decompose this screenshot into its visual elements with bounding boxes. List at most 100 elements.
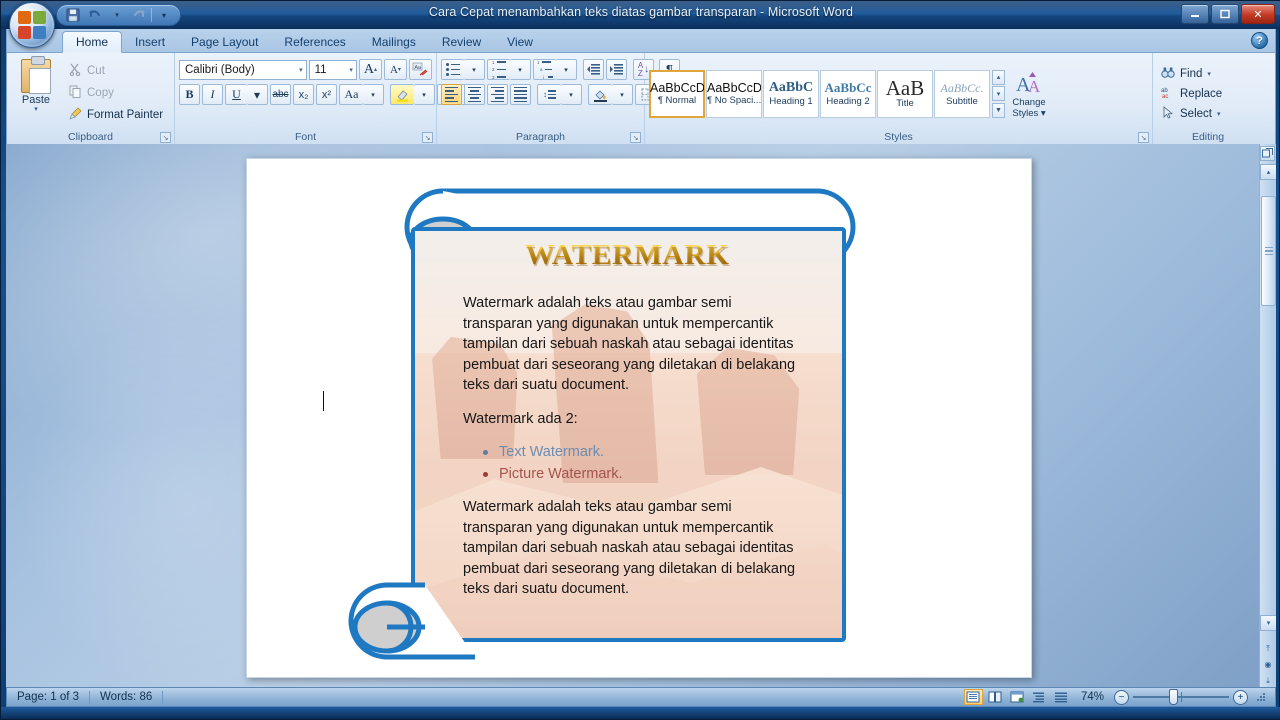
decrease-indent-button[interactable]: [583, 59, 604, 80]
font-name-combo[interactable]: Calibri (Body) ▾: [179, 59, 307, 80]
view-web-layout-button[interactable]: [1008, 689, 1027, 705]
font-size-combo[interactable]: 11 ▾: [308, 59, 357, 80]
tab-home[interactable]: Home: [62, 31, 123, 53]
zoom-slider[interactable]: − +: [1114, 689, 1248, 705]
align-right-button[interactable]: [487, 84, 508, 105]
text-highlight-button[interactable]: [390, 84, 414, 105]
replace-button[interactable]: ab ac Replace: [1157, 84, 1259, 104]
style-subtitle[interactable]: AaBbCc. Subtitle: [934, 69, 990, 118]
select-button[interactable]: Select ▾: [1157, 104, 1259, 124]
clear-formatting-button[interactable]: Aa: [408, 59, 433, 80]
tab-insert[interactable]: Insert: [122, 31, 178, 53]
underline-dropdown-icon[interactable]: ▾: [247, 84, 268, 105]
restore-button[interactable]: [1211, 4, 1239, 24]
document-page[interactable]: WATERMARK WATERMARK Watermark adalah tek…: [246, 158, 1032, 678]
browse-object-button[interactable]: ◉: [1261, 658, 1275, 671]
grow-font-button[interactable]: A ▴: [358, 59, 382, 80]
strikethrough-button[interactable]: abc: [270, 84, 291, 105]
paste-button[interactable]: Paste ▾: [11, 56, 61, 129]
select-dropdown-icon[interactable]: ▾: [1217, 110, 1221, 118]
style-no-spacing[interactable]: AaBbCcDc ¶ No Spaci...: [706, 69, 762, 118]
view-outline-button[interactable]: [1030, 689, 1049, 705]
subscript-button[interactable]: x₂: [293, 84, 314, 105]
redo-icon[interactable]: [129, 6, 149, 24]
scroll-up-button[interactable]: ▴: [1260, 164, 1276, 180]
select-browse-object-button[interactable]: [1260, 146, 1275, 161]
zoom-out-button[interactable]: −: [1114, 689, 1129, 705]
word-count[interactable]: Words: 86: [90, 688, 162, 706]
vertical-scrollbar[interactable]: ▴ ▾ ⤒ ◉ ⤓: [1259, 144, 1276, 689]
scroll-down-button[interactable]: ▾: [1260, 615, 1276, 631]
zoom-slider-handle[interactable]: [1169, 689, 1179, 705]
styles-dialog-launcher[interactable]: ↘: [1138, 132, 1149, 143]
zoom-level[interactable]: 74%: [1074, 691, 1111, 703]
bold-button[interactable]: B: [179, 84, 200, 105]
increase-indent-button[interactable]: [606, 59, 627, 80]
scroll-shape-graphic[interactable]: WATERMARK WATERMARK Watermark adalah tek…: [348, 179, 887, 660]
view-print-layout-button[interactable]: [963, 689, 983, 705]
change-case-dropdown-icon[interactable]: ▾: [363, 84, 384, 105]
tab-mailings[interactable]: Mailings: [359, 31, 429, 53]
scrollbar-thumb[interactable]: [1261, 196, 1276, 306]
change-case-button[interactable]: Aa: [339, 84, 363, 105]
justify-button[interactable]: [510, 84, 531, 105]
page-indicator[interactable]: Page: 1 of 3: [7, 688, 89, 706]
italic-button[interactable]: I: [202, 84, 223, 105]
style-heading-1[interactable]: AaBbC Heading 1: [763, 69, 819, 118]
cut-button[interactable]: Cut: [65, 61, 167, 80]
tab-view[interactable]: View: [494, 31, 546, 53]
find-button[interactable]: Find ▾: [1157, 64, 1259, 84]
styles-more-button[interactable]: ▼: [992, 102, 1005, 118]
style-normal[interactable]: AaBbCcDc ¶ Normal: [649, 69, 705, 118]
format-painter-button[interactable]: Format Painter: [65, 105, 167, 124]
window-title: Cara Cepat menambahkan teks diatas gamba…: [428, 5, 854, 19]
help-icon[interactable]: ?: [1251, 32, 1268, 49]
undo-icon[interactable]: [85, 6, 105, 24]
tab-references[interactable]: References: [271, 31, 358, 53]
wordart-title-container[interactable]: WATERMARK WATERMARK: [497, 239, 757, 284]
close-button[interactable]: ✕: [1241, 4, 1275, 24]
align-center-button[interactable]: [464, 84, 485, 105]
paste-dropdown-icon[interactable]: ▾: [34, 106, 38, 113]
clipboard-dialog-launcher[interactable]: ↘: [160, 132, 171, 143]
paragraph-dialog-launcher[interactable]: ↘: [630, 132, 641, 143]
line-spacing-dropdown-icon[interactable]: ▾: [561, 84, 582, 105]
tab-review[interactable]: Review: [429, 31, 494, 53]
browse-next-button[interactable]: ⤓: [1261, 674, 1275, 687]
font-dialog-launcher[interactable]: ↘: [422, 132, 433, 143]
underline-button[interactable]: U: [225, 84, 247, 105]
save-icon[interactable]: [63, 6, 83, 24]
customize-qat-icon[interactable]: ▾: [154, 6, 174, 24]
align-left-button[interactable]: [441, 84, 462, 105]
shading-dropdown-icon[interactable]: ▾: [612, 84, 633, 105]
copy-button[interactable]: Copy: [65, 83, 167, 102]
tab-page-layout[interactable]: Page Layout: [178, 31, 271, 53]
change-styles-button[interactable]: A A Change Styles ▾: [1005, 69, 1053, 119]
bullets-button[interactable]: [441, 59, 464, 80]
superscript-button[interactable]: x²: [316, 84, 337, 105]
undo-dropdown-icon[interactable]: ▾: [107, 6, 127, 24]
shrink-font-button[interactable]: A ▾: [383, 59, 407, 80]
zoom-in-button[interactable]: +: [1233, 689, 1248, 705]
shading-button[interactable]: [588, 84, 612, 105]
line-spacing-button[interactable]: ↕: [537, 84, 561, 105]
style-title[interactable]: AaB Title: [877, 69, 933, 118]
browse-previous-button[interactable]: ⤒: [1261, 642, 1275, 655]
highlight-dropdown-icon[interactable]: ▾: [414, 84, 435, 105]
styles-scroll-up-button[interactable]: ▴: [992, 69, 1005, 85]
styles-scroll-down-button[interactable]: ▾: [992, 86, 1005, 101]
resize-grip-icon[interactable]: [1255, 691, 1267, 703]
numbering-button[interactable]: 1 2 3: [487, 59, 510, 80]
numbering-dropdown-icon[interactable]: ▾: [510, 59, 531, 80]
multilevel-dropdown-icon[interactable]: ▾: [556, 59, 577, 80]
find-dropdown-icon[interactable]: ▾: [1207, 70, 1211, 78]
office-button[interactable]: [9, 2, 55, 48]
minimize-button[interactable]: [1181, 4, 1209, 24]
style-heading-2[interactable]: AaBbCc Heading 2: [820, 69, 876, 118]
document-body-text[interactable]: Watermark adalah teks atau gambar semi t…: [463, 293, 803, 613]
view-full-screen-reading-button[interactable]: [986, 689, 1005, 705]
multilevel-list-button[interactable]: 1 a i: [533, 59, 556, 80]
bullets-dropdown-icon[interactable]: ▾: [464, 59, 485, 80]
view-draft-button[interactable]: [1052, 689, 1071, 705]
zoom-slider-track[interactable]: [1133, 689, 1229, 705]
